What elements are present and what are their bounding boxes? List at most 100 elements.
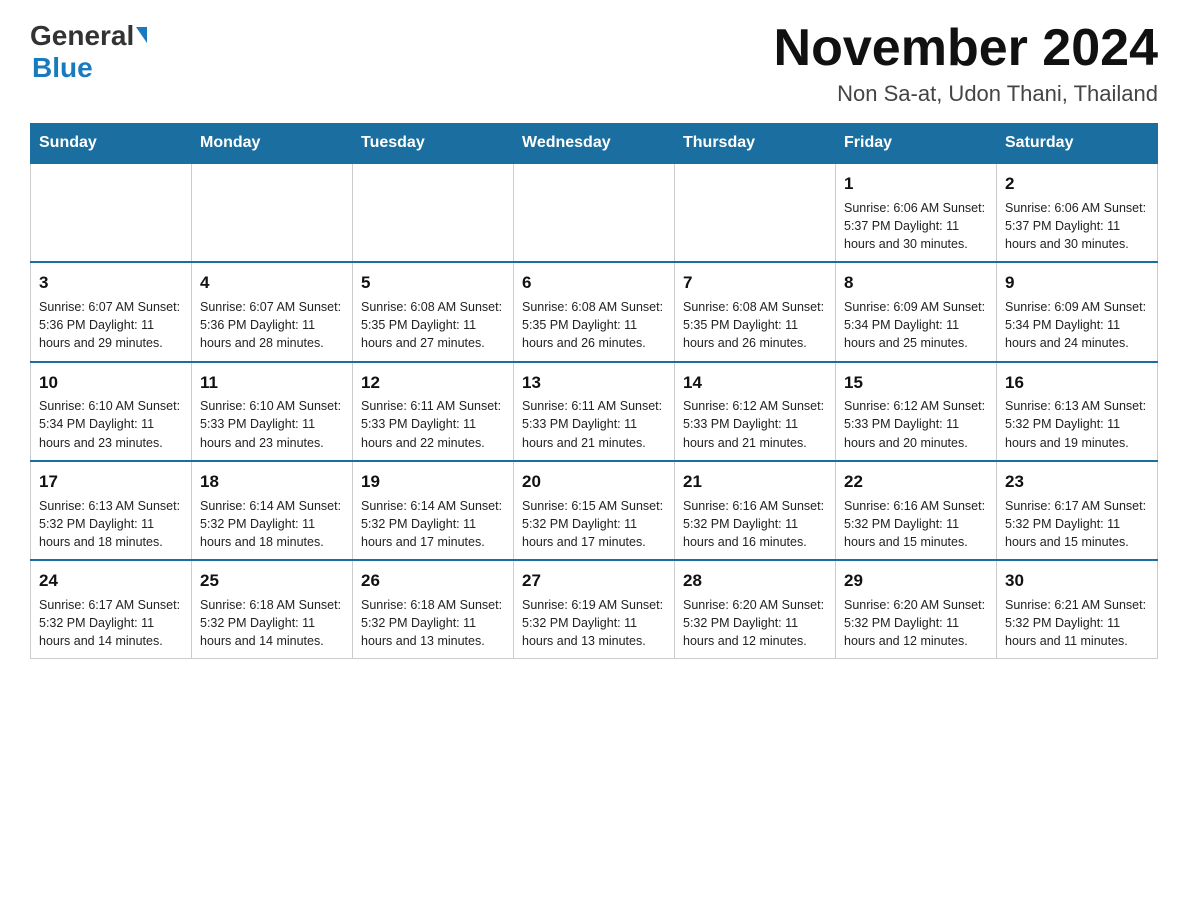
- day-info: Sunrise: 6:10 AM Sunset: 5:34 PM Dayligh…: [39, 397, 183, 451]
- calendar-cell: 21 Sunrise: 6:16 AM Sunset: 5:32 PM Dayli…: [675, 461, 836, 560]
- day-number: 24: [39, 569, 183, 593]
- day-number: 1: [844, 172, 988, 196]
- calendar-cell: 6 Sunrise: 6:08 AM Sunset: 5:35 PM Daylig…: [514, 262, 675, 361]
- calendar-cell: [192, 163, 353, 262]
- calendar-day-header: Tuesday: [353, 124, 514, 164]
- calendar-cell: 30Sunrise: 6:21 AM Sunset: 5:32 PM Dayli…: [997, 560, 1158, 659]
- logo-general-text: General: [30, 20, 134, 52]
- day-number: 11: [200, 371, 344, 395]
- logo: General Blue: [30, 20, 147, 84]
- location-subtitle: Non Sa-at, Udon Thani, Thailand: [774, 81, 1158, 107]
- calendar-cell: 27 Sunrise: 6:19 AM Sunset: 5:32 PM Dayli…: [514, 560, 675, 659]
- day-info: Sunrise: 6:10 AM Sunset: 5:33 PM Dayligh…: [200, 397, 344, 451]
- day-number: 12: [361, 371, 505, 395]
- day-number: 16: [1005, 371, 1149, 395]
- calendar-cell: 11Sunrise: 6:10 AM Sunset: 5:33 PM Dayli…: [192, 362, 353, 461]
- day-info: Sunrise: 6:09 AM Sunset: 5:34 PM Dayligh…: [844, 298, 988, 352]
- calendar-cell: 9 Sunrise: 6:09 AM Sunset: 5:34 PM Daylig…: [997, 262, 1158, 361]
- day-number: 4: [200, 271, 344, 295]
- calendar-cell: 22 Sunrise: 6:16 AM Sunset: 5:32 PM Dayli…: [836, 461, 997, 560]
- calendar-cell: 25 Sunrise: 6:18 AM Sunset: 5:32 PM Dayli…: [192, 560, 353, 659]
- day-info: Sunrise: 6:07 AM Sunset: 5:36 PM Dayligh…: [200, 298, 344, 352]
- calendar-table: SundayMondayTuesdayWednesdayThursdayFrid…: [30, 123, 1158, 659]
- day-info: Sunrise: 6:20 AM Sunset: 5:32 PM Dayligh…: [844, 596, 988, 650]
- day-number: 17: [39, 470, 183, 494]
- day-info: Sunrise: 6:18 AM Sunset: 5:32 PM Dayligh…: [361, 596, 505, 650]
- calendar-cell: 14Sunrise: 6:12 AM Sunset: 5:33 PM Dayli…: [675, 362, 836, 461]
- day-number: 8: [844, 271, 988, 295]
- calendar-day-header: Friday: [836, 124, 997, 164]
- calendar-day-header: Thursday: [675, 124, 836, 164]
- day-number: 29: [844, 569, 988, 593]
- day-info: Sunrise: 6:14 AM Sunset: 5:32 PM Dayligh…: [200, 497, 344, 551]
- day-info: Sunrise: 6:09 AM Sunset: 5:34 PM Dayligh…: [1005, 298, 1149, 352]
- calendar-cell: 13Sunrise: 6:11 AM Sunset: 5:33 PM Dayli…: [514, 362, 675, 461]
- day-info: Sunrise: 6:13 AM Sunset: 5:32 PM Dayligh…: [1005, 397, 1149, 451]
- day-number: 10: [39, 371, 183, 395]
- day-info: Sunrise: 6:19 AM Sunset: 5:32 PM Dayligh…: [522, 596, 666, 650]
- day-number: 2: [1005, 172, 1149, 196]
- calendar-cell: 1 Sunrise: 6:06 AM Sunset: 5:37 PM Daylig…: [836, 163, 997, 262]
- day-number: 13: [522, 371, 666, 395]
- day-number: 9: [1005, 271, 1149, 295]
- day-number: 14: [683, 371, 827, 395]
- calendar-cell: 18 Sunrise: 6:14 AM Sunset: 5:32 PM Dayli…: [192, 461, 353, 560]
- month-title: November 2024: [774, 20, 1158, 77]
- calendar-cell: 12Sunrise: 6:11 AM Sunset: 5:33 PM Dayli…: [353, 362, 514, 461]
- day-info: Sunrise: 6:08 AM Sunset: 5:35 PM Dayligh…: [522, 298, 666, 352]
- calendar-cell: 29 Sunrise: 6:20 AM Sunset: 5:32 PM Dayli…: [836, 560, 997, 659]
- day-number: 21: [683, 470, 827, 494]
- calendar-header-row: SundayMondayTuesdayWednesdayThursdayFrid…: [31, 124, 1158, 164]
- day-info: Sunrise: 6:21 AM Sunset: 5:32 PM Dayligh…: [1005, 596, 1149, 650]
- calendar-day-header: Monday: [192, 124, 353, 164]
- day-number: 22: [844, 470, 988, 494]
- calendar-week-row: 1 Sunrise: 6:06 AM Sunset: 5:37 PM Daylig…: [31, 163, 1158, 262]
- day-info: Sunrise: 6:13 AM Sunset: 5:32 PM Dayligh…: [39, 497, 183, 551]
- day-info: Sunrise: 6:08 AM Sunset: 5:35 PM Dayligh…: [683, 298, 827, 352]
- day-info: Sunrise: 6:08 AM Sunset: 5:35 PM Dayligh…: [361, 298, 505, 352]
- day-info: Sunrise: 6:06 AM Sunset: 5:37 PM Dayligh…: [844, 199, 988, 253]
- day-info: Sunrise: 6:18 AM Sunset: 5:32 PM Dayligh…: [200, 596, 344, 650]
- day-number: 15: [844, 371, 988, 395]
- day-number: 18: [200, 470, 344, 494]
- calendar-cell: [353, 163, 514, 262]
- day-number: 6: [522, 271, 666, 295]
- calendar-cell: 15Sunrise: 6:12 AM Sunset: 5:33 PM Dayli…: [836, 362, 997, 461]
- logo-arrow-icon: [136, 27, 147, 43]
- day-info: Sunrise: 6:20 AM Sunset: 5:32 PM Dayligh…: [683, 596, 827, 650]
- calendar-cell: 19 Sunrise: 6:14 AM Sunset: 5:32 PM Dayli…: [353, 461, 514, 560]
- day-number: 20: [522, 470, 666, 494]
- calendar-week-row: 17 Sunrise: 6:13 AM Sunset: 5:32 PM Dayli…: [31, 461, 1158, 560]
- day-info: Sunrise: 6:17 AM Sunset: 5:32 PM Dayligh…: [39, 596, 183, 650]
- day-number: 3: [39, 271, 183, 295]
- day-info: Sunrise: 6:17 AM Sunset: 5:32 PM Dayligh…: [1005, 497, 1149, 551]
- calendar-cell: 16Sunrise: 6:13 AM Sunset: 5:32 PM Dayli…: [997, 362, 1158, 461]
- calendar-cell: 2Sunrise: 6:06 AM Sunset: 5:37 PM Daylig…: [997, 163, 1158, 262]
- day-number: 5: [361, 271, 505, 295]
- calendar-week-row: 24 Sunrise: 6:17 AM Sunset: 5:32 PM Dayli…: [31, 560, 1158, 659]
- calendar-day-header: Saturday: [997, 124, 1158, 164]
- day-number: 19: [361, 470, 505, 494]
- calendar-cell: 17 Sunrise: 6:13 AM Sunset: 5:32 PM Dayli…: [31, 461, 192, 560]
- calendar-cell: 4 Sunrise: 6:07 AM Sunset: 5:36 PM Daylig…: [192, 262, 353, 361]
- calendar-cell: 7Sunrise: 6:08 AM Sunset: 5:35 PM Daylig…: [675, 262, 836, 361]
- day-number: 25: [200, 569, 344, 593]
- day-number: 28: [683, 569, 827, 593]
- day-info: Sunrise: 6:14 AM Sunset: 5:32 PM Dayligh…: [361, 497, 505, 551]
- calendar-week-row: 3 Sunrise: 6:07 AM Sunset: 5:36 PM Daylig…: [31, 262, 1158, 361]
- calendar-cell: 10Sunrise: 6:10 AM Sunset: 5:34 PM Dayli…: [31, 362, 192, 461]
- calendar-cell: 5 Sunrise: 6:08 AM Sunset: 5:35 PM Daylig…: [353, 262, 514, 361]
- day-info: Sunrise: 6:16 AM Sunset: 5:32 PM Dayligh…: [683, 497, 827, 551]
- day-info: Sunrise: 6:16 AM Sunset: 5:32 PM Dayligh…: [844, 497, 988, 551]
- calendar-cell: 8 Sunrise: 6:09 AM Sunset: 5:34 PM Daylig…: [836, 262, 997, 361]
- day-info: Sunrise: 6:07 AM Sunset: 5:36 PM Dayligh…: [39, 298, 183, 352]
- logo-blue-text: Blue: [32, 52, 93, 83]
- calendar-cell: 28 Sunrise: 6:20 AM Sunset: 5:32 PM Dayli…: [675, 560, 836, 659]
- day-info: Sunrise: 6:12 AM Sunset: 5:33 PM Dayligh…: [683, 397, 827, 451]
- calendar-cell: 23Sunrise: 6:17 AM Sunset: 5:32 PM Dayli…: [997, 461, 1158, 560]
- calendar-cell: [514, 163, 675, 262]
- page-header: General Blue November 2024 Non Sa-at, Ud…: [30, 20, 1158, 107]
- calendar-cell: 24 Sunrise: 6:17 AM Sunset: 5:32 PM Dayli…: [31, 560, 192, 659]
- day-number: 27: [522, 569, 666, 593]
- calendar-cell: 20Sunrise: 6:15 AM Sunset: 5:32 PM Dayli…: [514, 461, 675, 560]
